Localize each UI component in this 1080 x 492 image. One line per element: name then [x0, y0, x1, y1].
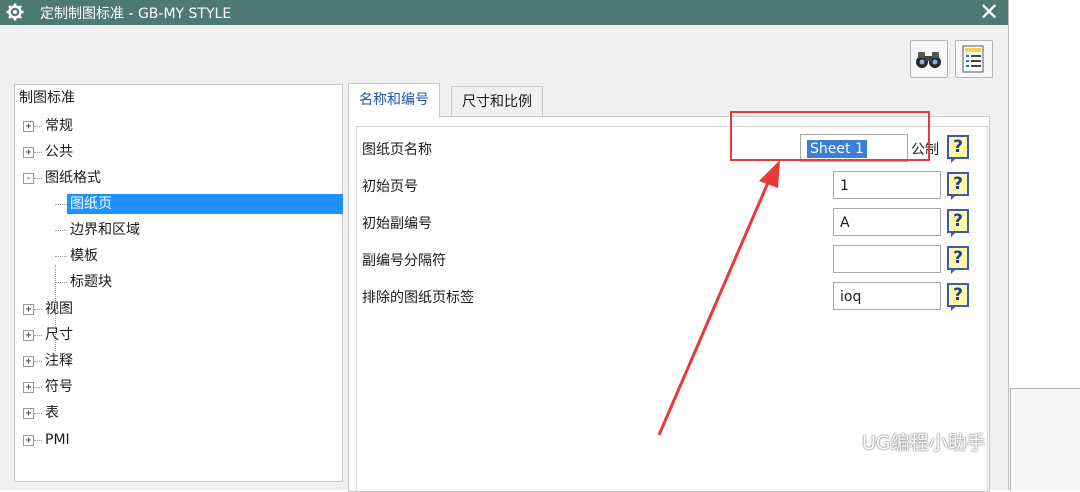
- binoculars-icon: [916, 52, 941, 68]
- excluded-labels-input[interactable]: ioq: [833, 282, 941, 310]
- excluded-labels-row: 排除的图纸页标签 ioq ?: [360, 282, 985, 312]
- expand-icon[interactable]: +: [23, 304, 34, 315]
- tree-item-common[interactable]: + 公共: [15, 139, 342, 165]
- help-button[interactable]: ?: [947, 135, 969, 163]
- start-sub-row: 初始副编号 A ?: [360, 208, 985, 238]
- tree-item-label: 注释: [45, 353, 73, 369]
- tree-item-drawing-sheet[interactable]: 图纸页: [15, 191, 343, 217]
- tree-item-label: 符号: [45, 379, 73, 395]
- expand-icon[interactable]: +: [23, 408, 34, 419]
- tree-item-label: 边界和区域: [70, 222, 140, 238]
- expand-icon[interactable]: +: [23, 356, 34, 367]
- tree-item-label: 公共: [45, 144, 73, 160]
- properties-button[interactable]: [955, 40, 993, 78]
- tree-item-label: 标题块: [70, 274, 112, 290]
- tree-item-label: 常规: [45, 118, 73, 134]
- wechat-icon: [823, 431, 854, 455]
- tree-item-general[interactable]: + 常规: [15, 113, 342, 139]
- watermark-text: UG编程小助手: [862, 432, 986, 454]
- separator-row: 副编号分隔符 ?: [360, 245, 985, 275]
- start-sub-input[interactable]: A: [833, 208, 941, 236]
- tree-item-pmi[interactable]: + PMI: [15, 427, 342, 453]
- gear-icon: [6, 3, 24, 21]
- background-panel: [1010, 388, 1080, 491]
- tree-header: 制图标准: [19, 90, 75, 106]
- help-button[interactable]: ?: [947, 209, 969, 237]
- properties-list-icon: [962, 45, 984, 73]
- expand-icon[interactable]: +: [23, 147, 34, 158]
- start-page-row: 初始页号 1 ?: [360, 171, 985, 201]
- collapse-icon[interactable]: -: [23, 173, 34, 184]
- window-title: 定制制图标准 - GB-MY STYLE: [40, 6, 232, 22]
- tree-item-dimension[interactable]: + 尺寸: [15, 322, 342, 348]
- background-area: [1010, 0, 1080, 491]
- tree-item-title-block[interactable]: 标题块: [15, 269, 342, 295]
- watermark: UG编程小助手: [822, 428, 986, 458]
- separator-label: 副编号分隔符: [362, 253, 446, 269]
- expand-icon[interactable]: +: [23, 382, 34, 393]
- tree-item-label: 图纸格式: [45, 170, 101, 186]
- start-sub-label: 初始副编号: [362, 216, 432, 232]
- highlight-box: [730, 111, 930, 161]
- tree-item-symbol[interactable]: + 符号: [15, 374, 342, 400]
- title-bar: 定制制图标准 - GB-MY STYLE ✕: [0, 0, 1008, 26]
- close-button[interactable]: ✕: [976, 0, 1002, 26]
- tree-item-label: 尺寸: [45, 327, 73, 343]
- tree-item-borders-zones[interactable]: 边界和区域: [15, 217, 342, 243]
- help-button[interactable]: ?: [947, 283, 969, 311]
- tree-item-annotation[interactable]: + 注释: [15, 348, 342, 374]
- start-page-input[interactable]: 1: [833, 171, 941, 199]
- sheet-name-label: 图纸页名称: [362, 142, 432, 158]
- expand-icon[interactable]: +: [23, 435, 34, 446]
- tab-size-and-scale[interactable]: 尺寸和比例: [451, 86, 543, 117]
- tree-item-view[interactable]: + 视图: [15, 296, 342, 322]
- tree-item-label: 图纸页: [67, 194, 343, 214]
- tree-item-drawing-format[interactable]: - 图纸格式: [15, 165, 342, 191]
- tree-item-label: 模板: [70, 248, 98, 264]
- tree-item-template[interactable]: 模板: [15, 243, 342, 269]
- tree-item-label: 视图: [45, 301, 73, 317]
- binoculars-button[interactable]: [910, 40, 948, 78]
- help-button[interactable]: ?: [947, 172, 969, 200]
- tree-item-label: 表: [45, 405, 59, 421]
- separator-input[interactable]: [833, 245, 941, 273]
- help-button[interactable]: ?: [947, 246, 969, 274]
- standards-tree: 制图标准 + 常规 + 公共 - 图纸格式 图纸页 边界和区域 模板 标题块 +…: [14, 84, 343, 482]
- tree-item-table[interactable]: + 表: [15, 400, 342, 426]
- tree-item-label: PMI: [45, 432, 70, 448]
- dialog-window: 定制制图标准 - GB-MY STYLE ✕ 制图标准 + 常规 + 公共 - …: [0, 0, 1009, 492]
- expand-icon[interactable]: +: [23, 330, 34, 341]
- start-page-label: 初始页号: [362, 179, 418, 195]
- excluded-labels-label: 排除的图纸页标签: [362, 290, 474, 306]
- tab-name-and-number[interactable]: 名称和编号: [348, 83, 440, 118]
- expand-icon[interactable]: +: [23, 121, 34, 132]
